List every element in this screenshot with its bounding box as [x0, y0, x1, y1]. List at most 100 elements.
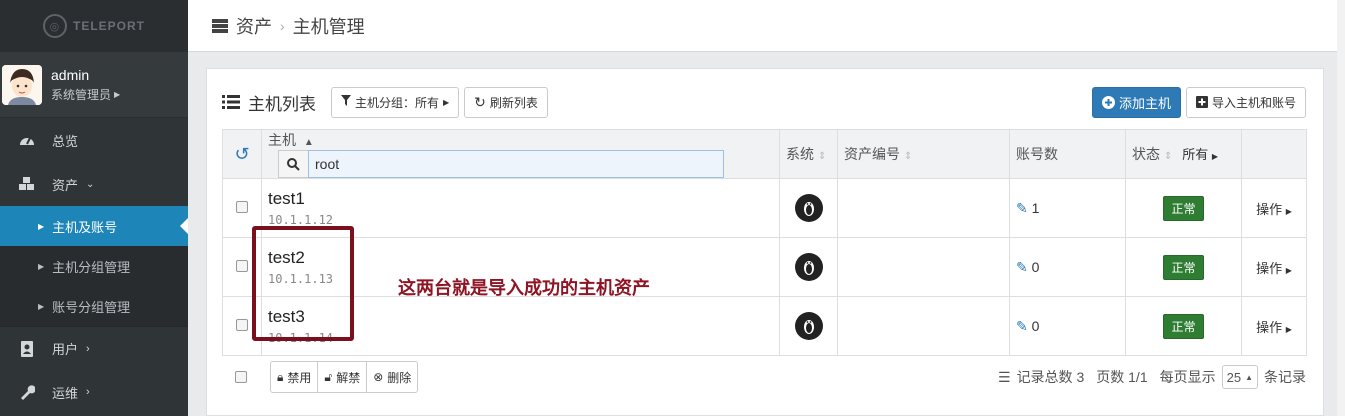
page-title-text: 主机列表: [248, 94, 316, 114]
import-hosts-label: 导入主机和账号: [1211, 95, 1296, 110]
edit-icon[interactable]: ✎: [1016, 318, 1028, 334]
user-name: admin: [51, 66, 90, 83]
table-header-row: ↺ 主机 ▲ 系统 ⇕ 资产编号 ⇕: [222, 129, 1307, 179]
caret-right-icon: ▶: [38, 221, 45, 231]
system-column-header[interactable]: 系统 ⇕: [779, 129, 838, 179]
teleport-logo-icon: ◎: [42, 14, 67, 38]
status-badge: 正常: [1163, 254, 1204, 280]
list-icon: [222, 95, 240, 109]
sort-asc-icon[interactable]: ▲: [304, 137, 314, 148]
linux-icon: [794, 312, 823, 340]
edit-icon[interactable]: ✎: [1016, 259, 1028, 275]
breadcrumb: 资产 › 主机管理: [188, 0, 1337, 52]
search-input[interactable]: [308, 150, 724, 178]
highlight-box: [252, 226, 354, 341]
sidebar: ◎ TELEPORT admin 系统管理员 ▶ 总览 资产 ⌄ ▶ 主机及账号…: [0, 0, 188, 416]
user-role-menu[interactable]: 系统管理员 ▶: [51, 86, 120, 103]
plus-square-icon: [1195, 96, 1208, 108]
wrench-icon: [18, 383, 36, 401]
search-icon[interactable]: [278, 150, 308, 178]
logo-text: TELEPORT: [72, 19, 145, 33]
asset-no-column-header[interactable]: 资产编号 ⇕: [837, 129, 1010, 179]
user-profile[interactable]: admin 系统管理员 ▶: [0, 52, 188, 118]
nav-users-label: 用户: [52, 342, 79, 357]
nav-users[interactable]: 用户 ›: [0, 326, 188, 370]
enable-button[interactable]: 🔓︎ 解禁: [318, 362, 368, 392]
row-action-menu[interactable]: 操作 ▶: [1256, 261, 1292, 276]
status-column-header[interactable]: 状态 ⇕ 所有 ▶: [1125, 129, 1242, 179]
table-row[interactable]: test1 10.1.1.12 ✎ 1 正常 操作 ▶: [222, 178, 1307, 238]
refresh-list-button[interactable]: ↻ 刷新列表: [464, 86, 548, 118]
nav-account-groups[interactable]: ▶ 账号分组管理: [0, 286, 188, 326]
system-header-label: 系统: [786, 146, 814, 162]
nav-hosts-accounts[interactable]: ▶ 主机及账号: [0, 206, 188, 246]
sort-icon[interactable]: ⇕: [1164, 151, 1172, 162]
linux-icon: [794, 253, 823, 281]
user-role-label: 系统管理员: [51, 87, 112, 102]
host-header-label[interactable]: 主机: [268, 132, 296, 148]
status-header-label: 状态: [1132, 146, 1160, 162]
refresh-list-label: 刷新列表: [489, 95, 538, 110]
delete-label: 删除: [387, 370, 412, 385]
caret-right-icon: ▶: [1285, 206, 1292, 216]
undo-icon[interactable]: ↺: [234, 144, 249, 164]
disable-button[interactable]: 🔒︎ 禁用: [271, 362, 319, 392]
table-row[interactable]: test2 10.1.1.13 ✎ 0 正常 操作 ▶: [222, 237, 1307, 297]
nav-host-groups-label: 主机分组管理: [52, 259, 131, 275]
status-filter-label: 所有: [1182, 147, 1209, 162]
nav-assets[interactable]: 资产 ⌄: [0, 162, 188, 206]
host-column-header[interactable]: 主机 ▲: [261, 129, 780, 179]
nav-overview[interactable]: 总览: [0, 118, 188, 162]
caret-right-icon: ▶: [114, 89, 121, 99]
reset-filter-header[interactable]: ↺: [222, 129, 262, 179]
nav-assets-label: 资产: [52, 177, 79, 193]
accounts-column-header: 账号数: [1009, 129, 1126, 179]
table-row[interactable]: test3 10.1.1.14 ✎ 0 正常 操作 ▶: [222, 296, 1307, 356]
row-action-menu[interactable]: 操作 ▶: [1256, 320, 1292, 335]
caret-right-icon: ▶: [38, 301, 45, 311]
delete-button[interactable]: ⊗ 删除: [367, 362, 417, 392]
table-footer: 🔒︎ 禁用 🔓︎ 解禁 ⊗ 删除 ☰ 记录总数 3 页数 1/1 每页显示 25…: [222, 361, 1306, 393]
records-label: 条记录: [1264, 369, 1306, 385]
account-count: 0: [1031, 258, 1040, 275]
select-all-checkbox[interactable]: [235, 371, 247, 383]
chevron-right-icon: ›: [86, 342, 90, 355]
per-page-select[interactable]: 25 ▲: [1221, 365, 1258, 389]
nav-host-groups[interactable]: ▶ 主机分组管理: [0, 246, 188, 286]
status-badge: 正常: [1163, 195, 1204, 221]
caret-right-icon: ▶: [1285, 324, 1292, 334]
panel-header: 主机列表 主机分组：所有 ▶ ↻ 刷新列表 添加主机 导入主机和账号: [222, 86, 1306, 118]
row-checkbox[interactable]: [236, 319, 248, 331]
pagination: ☰ 记录总数 3 页数 1/1 每页显示 25 ▲ 条记录: [998, 365, 1306, 389]
row-checkbox[interactable]: [236, 260, 248, 272]
account-count: 1: [1031, 199, 1040, 216]
import-hosts-button[interactable]: 导入主机和账号: [1185, 86, 1306, 118]
row-action-menu[interactable]: 操作 ▶: [1256, 202, 1292, 217]
address-book-icon: [18, 340, 36, 358]
accounts-header-label: 账号数: [1016, 146, 1058, 162]
logo: ◎ TELEPORT: [0, 0, 188, 52]
caret-up-icon: ▲: [1245, 372, 1253, 382]
nav-ops-label: 运维: [52, 385, 79, 401]
scrollbar[interactable]: [1337, 0, 1345, 416]
chevron-down-icon: ⌄: [86, 178, 95, 190]
nav-ops[interactable]: 运维 ›: [0, 370, 188, 414]
page-count: 页数 1/1: [1096, 369, 1148, 385]
edit-icon[interactable]: ✎: [1016, 200, 1028, 216]
add-host-button[interactable]: 添加主机: [1091, 86, 1181, 118]
host-group-filter-button[interactable]: 主机分组：所有 ▶: [331, 86, 460, 118]
total-records: 记录总数 3: [1016, 369, 1085, 385]
row-action-label: 操作: [1256, 319, 1283, 335]
enable-label: 解禁: [336, 370, 361, 385]
status-filter[interactable]: 所有 ▶: [1182, 147, 1218, 162]
sort-icon[interactable]: ⇕: [904, 151, 912, 162]
breadcrumb-root[interactable]: 资产: [236, 13, 272, 39]
row-checkbox[interactable]: [236, 201, 248, 213]
status-badge: 正常: [1163, 313, 1204, 339]
per-page-value: 25: [1226, 369, 1242, 385]
caret-right-icon: ▶: [443, 97, 450, 107]
caret-right-icon: ▶: [38, 261, 45, 271]
asset-no-cell: [837, 178, 1010, 238]
row-action-label: 操作: [1256, 201, 1283, 217]
sort-icon[interactable]: ⇕: [818, 151, 826, 162]
